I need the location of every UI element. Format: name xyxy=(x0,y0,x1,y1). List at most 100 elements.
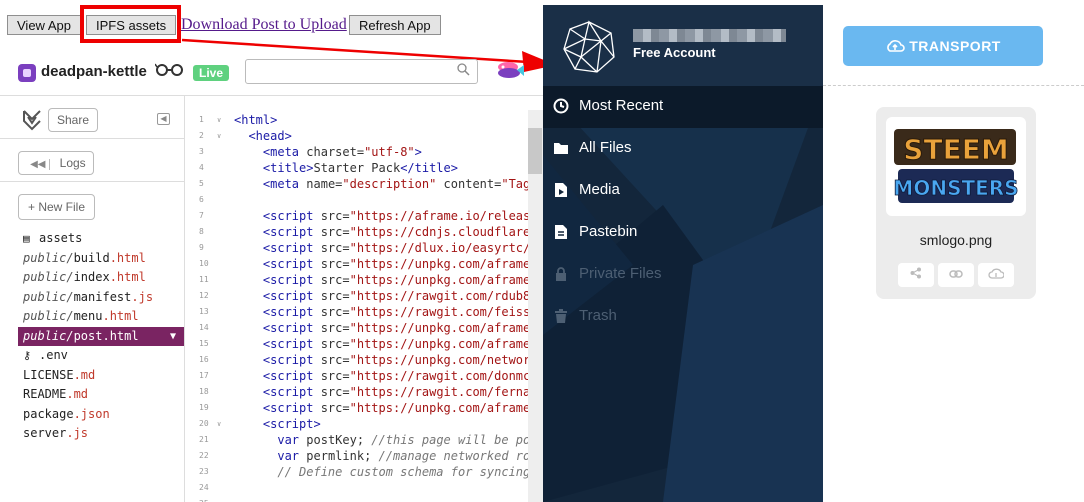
code-line[interactable]: 14 <script src="https://unpkg.com/aframe… xyxy=(185,320,543,336)
file-ext: .html xyxy=(109,250,146,265)
file-ext: .json xyxy=(73,406,110,421)
project-name[interactable]: deadpan-kettle xyxy=(41,63,147,80)
file-item[interactable]: LICENSE.md xyxy=(18,366,184,386)
code-token: <script> xyxy=(262,417,321,431)
code-token: src xyxy=(320,241,343,255)
code-line[interactable]: 4 <title>Starter Pack</title> xyxy=(185,160,543,176)
file-item[interactable]: server.js xyxy=(18,424,184,444)
nav-item-trash[interactable]: Trash xyxy=(543,296,823,338)
transport-button[interactable]: TRANSPORT xyxy=(843,26,1043,66)
code-line[interactable]: 16 <script src="https://unpkg.com/networ… xyxy=(185,352,543,368)
file-item[interactable]: public/post.html ▼ xyxy=(18,326,184,347)
file-item[interactable]: public/index.html xyxy=(18,268,184,288)
nav-item-all-files[interactable]: All Files xyxy=(543,128,823,170)
code-line[interactable]: 9 <script src="https://dlux.io/easyrtc/e xyxy=(185,240,543,256)
file-item[interactable]: public/manifest.js xyxy=(18,288,184,308)
code-line[interactable]: 12 <script src="https://rawgit.com/rdub8… xyxy=(185,288,543,304)
code-token: postKey; xyxy=(299,433,372,447)
code-token: <script xyxy=(262,353,321,367)
project-icon[interactable] xyxy=(18,64,36,82)
code-line[interactable]: 15 <script src="https://unpkg.com/aframe… xyxy=(185,336,543,352)
share-file-button[interactable] xyxy=(898,263,934,287)
code-token: <title> xyxy=(262,161,314,175)
code-token: = xyxy=(342,385,350,399)
code-editor[interactable]: 1 ∨ <html> 2 ∨ <head> 3 <meta charset="utf-8"… xyxy=(185,96,543,502)
live-badge[interactable]: Live xyxy=(193,65,230,81)
collapse-panel-icon[interactable]: ◀ xyxy=(157,113,170,125)
code-line[interactable]: 7 <script src="https://aframe.io/release xyxy=(185,208,543,224)
code-line[interactable]: 20 ∨ <script> xyxy=(185,416,543,432)
code-token: "https://rawgit.com/fernan xyxy=(349,385,538,399)
new-file-button[interactable]: + New File xyxy=(18,194,95,220)
line-number: 11 xyxy=(199,275,209,284)
file-item[interactable]: public/build.html xyxy=(18,249,184,269)
search-input[interactable] xyxy=(245,59,478,84)
avatar-polyhedron-icon[interactable] xyxy=(561,19,617,75)
fold-icon[interactable]: ∨ xyxy=(217,112,221,128)
link-file-button[interactable] xyxy=(938,263,974,287)
glasses-icon[interactable] xyxy=(154,62,185,81)
logs-button[interactable]: ◀◀ Logs xyxy=(18,151,94,175)
code-line[interactable]: 11 <script src="https://unpkg.com/aframe… xyxy=(185,272,543,288)
line-number: 21 xyxy=(199,435,209,444)
nav-item-pastebin[interactable]: Pastebin xyxy=(543,212,823,254)
code-line[interactable]: 13 <script src="https://rawgit.com/feiss… xyxy=(185,304,543,320)
code-line[interactable]: 22 var permlink; //manage networked roo xyxy=(185,448,543,464)
code-line[interactable]: 21 var postKey; //this page will be pos xyxy=(185,432,543,448)
code-line[interactable]: 2 ∨ <head> xyxy=(185,128,543,144)
code-line[interactable]: 10 <script src="https://unpkg.com/aframe… xyxy=(185,256,543,272)
code-line[interactable]: 18 <script src="https://rawgit.com/ferna… xyxy=(185,384,543,400)
code-token: name xyxy=(306,177,336,191)
code-text: <script src="https://cdnjs.cloudflare. xyxy=(234,224,538,240)
code-line[interactable]: 3 <meta charset="utf-8"> xyxy=(185,144,543,160)
code-line[interactable]: 6 xyxy=(185,192,543,208)
file-base: README xyxy=(23,387,67,401)
file-item[interactable]: package.json xyxy=(18,405,184,425)
code-token: = xyxy=(342,257,350,271)
file-item[interactable]: ⚷ .env xyxy=(18,346,184,366)
file-item[interactable]: ▤ assets xyxy=(18,229,184,249)
code-token: src xyxy=(320,337,343,351)
glitch-logo-icon[interactable] xyxy=(22,109,42,131)
code-line[interactable]: 1 ∨ <html> xyxy=(185,112,543,128)
nav-item-private-files[interactable]: Private Files xyxy=(543,254,823,296)
code-line[interactable]: 23 // Define custom schema for syncing xyxy=(185,464,543,480)
code-line[interactable]: 8 <script src="https://cdnjs.cloudflare. xyxy=(185,224,543,240)
account-type: Free Account xyxy=(633,45,716,60)
logs-label: Logs xyxy=(59,156,86,170)
nav-label: Pastebin xyxy=(579,223,638,240)
chevron-down-icon[interactable]: ▼ xyxy=(170,327,176,347)
code-token: <script xyxy=(262,241,321,255)
line-number: 17 xyxy=(199,371,209,380)
fish-logo-icon[interactable] xyxy=(495,60,525,80)
file-ext: .js xyxy=(131,289,154,304)
code-token: src xyxy=(320,401,343,415)
code-token: <script xyxy=(262,225,321,239)
view-app-button[interactable]: View App xyxy=(7,15,81,35)
fold-icon[interactable]: ∨ xyxy=(217,416,221,432)
code-line[interactable]: 19 <script src="https://unpkg.com/aframe… xyxy=(185,400,543,416)
code-line[interactable]: 17 <script src="https://rawgit.com/donmc… xyxy=(185,368,543,384)
editor-scroll-thumb[interactable] xyxy=(528,128,542,174)
file-item[interactable]: public/menu.html xyxy=(18,307,184,327)
file-item[interactable]: README.md xyxy=(18,385,184,405)
code-token: src xyxy=(320,273,343,287)
code-line[interactable]: 24 xyxy=(185,480,543,496)
code-text: <script src="https://rawgit.com/feiss/ xyxy=(234,304,538,320)
share-button[interactable]: Share xyxy=(48,108,99,132)
code-text: <script src="https://rawgit.com/donmcc xyxy=(234,368,538,384)
nav-item-most-recent[interactable]: Most Recent xyxy=(543,86,823,128)
upload-file-button[interactable] xyxy=(978,263,1014,287)
line-number: 25 xyxy=(199,496,221,502)
file-thumbnail[interactable]: STEEM MONSTERS xyxy=(886,117,1026,216)
file-base: package xyxy=(23,406,74,421)
code-line[interactable]: 25 xyxy=(185,496,543,502)
file-ext: .md xyxy=(66,387,89,401)
fold-icon[interactable]: ∨ xyxy=(217,128,221,144)
nav-item-media[interactable]: Media xyxy=(543,170,823,212)
code-line[interactable]: 5 <meta name="description" content="Tag xyxy=(185,176,543,192)
